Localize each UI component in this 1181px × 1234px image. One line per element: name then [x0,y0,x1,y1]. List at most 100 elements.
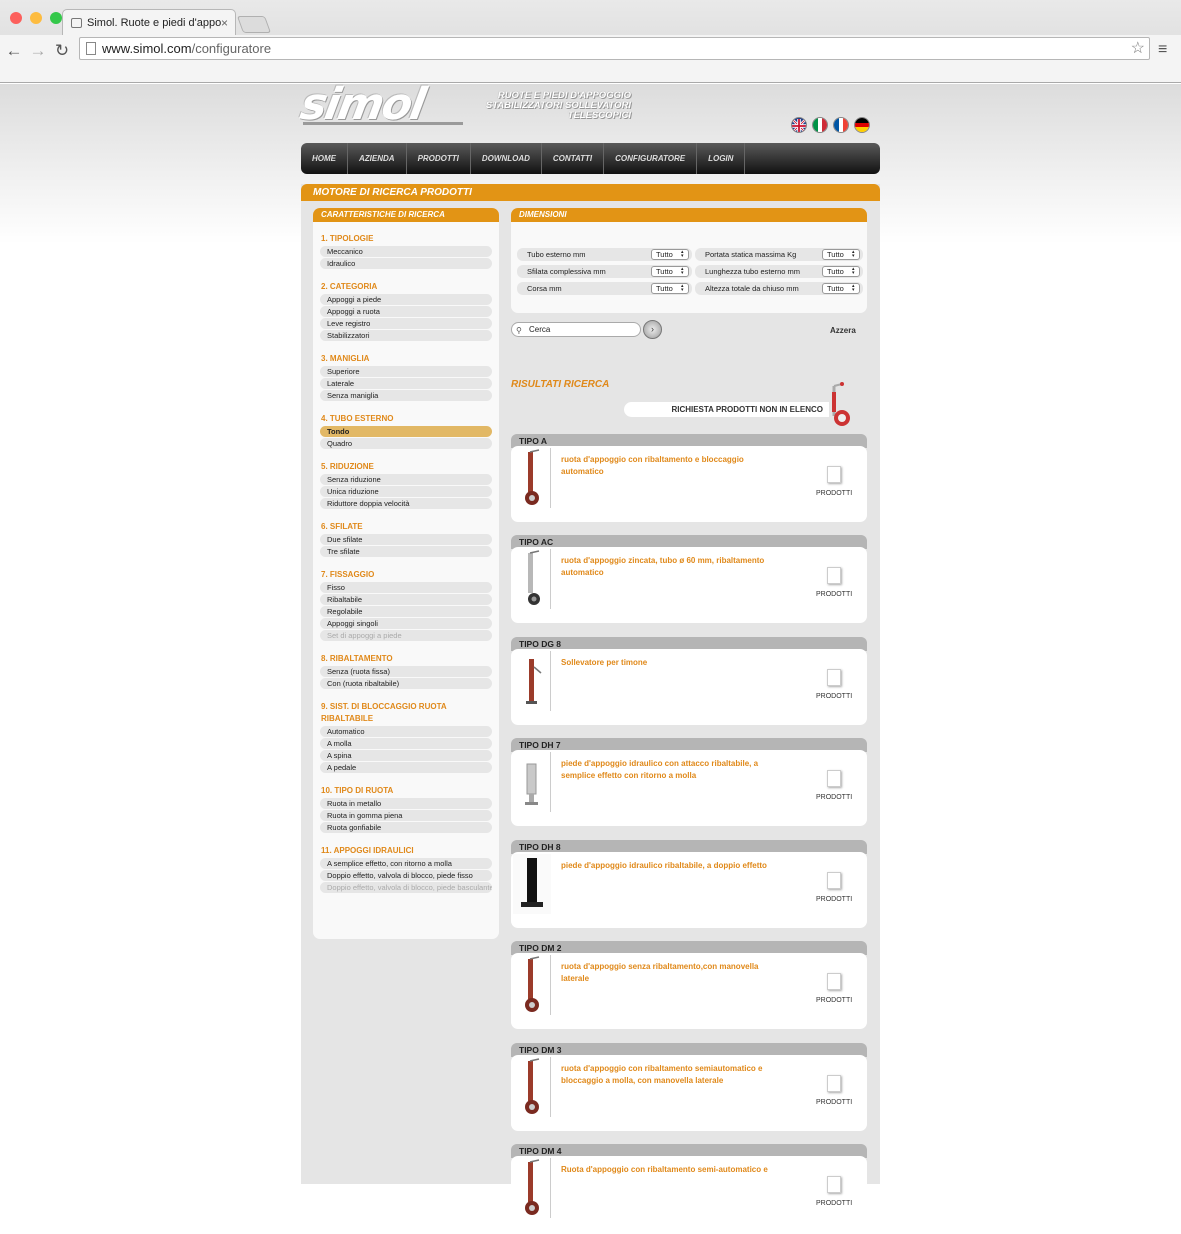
back-arrow-icon[interactable]: ← [4,41,24,61]
products-link[interactable]: PRODOTTI [816,997,852,1004]
filter-option[interactable]: Appoggi a ruota [320,306,492,317]
nav-home[interactable]: HOME [301,143,348,174]
filter-option[interactable]: Idraulico [320,258,492,269]
filter-option[interactable]: Tre sfilate [320,546,492,557]
filter-option[interactable]: Superiore [320,366,492,377]
filter-option[interactable]: Senza maniglia [320,390,492,401]
product-image[interactable] [513,651,551,711]
zoom-window-button[interactable] [50,12,62,24]
filter-option[interactable]: A spina [320,750,492,761]
filter-option[interactable]: Appoggi singoli [320,618,492,629]
products-link[interactable]: PRODOTTI [816,490,852,497]
filter-option[interactable]: Senza (ruota fissa) [320,666,492,677]
products-link[interactable]: PRODOTTI [816,693,852,700]
search-input[interactable]: ⚲ Cerca [511,322,641,337]
filter-option[interactable]: Ribaltabile [320,594,492,605]
product-image[interactable] [513,854,551,914]
result-card[interactable]: TIPO DG 8 Sollevatore per timone PRODOTTI [511,637,867,727]
result-card[interactable]: TIPO DM 4 Ruota d'appoggio con ribaltamen… [511,1144,867,1234]
reset-button[interactable]: Azzera [830,326,856,335]
filter-option[interactable]: Automatico [320,726,492,737]
document-icon[interactable] [827,770,841,787]
filter-option[interactable]: Riduttore doppia velocità [320,498,492,509]
result-card[interactable]: TIPO DH 8 piede d'appoggio idraulico riba… [511,840,867,930]
close-tab-icon[interactable]: × [221,10,228,36]
nav-contatti[interactable]: CONTATTI [542,143,605,174]
document-icon[interactable] [827,1176,841,1193]
products-link[interactable]: PRODOTTI [816,794,852,801]
filter-option[interactable]: A semplice effetto, con ritorno a molla [320,858,492,869]
site-logo[interactable]: simol [297,79,474,130]
result-card[interactable]: TIPO DM 2 ruota d'appoggio senza ribaltam… [511,941,867,1031]
browser-tab[interactable]: Simol. Ruote e piedi d'appo × [62,9,236,36]
filter-option[interactable]: Ruota in gomma piena [320,810,492,821]
forward-arrow-icon[interactable]: → [28,41,48,61]
dimension-select[interactable]: Tutto [822,283,860,294]
products-link[interactable]: PRODOTTI [816,591,852,598]
dimension-select[interactable]: Tutto [651,249,689,260]
flag-en-icon[interactable] [791,117,807,133]
result-description[interactable]: ruota d'appoggio con ribaltamento semiau… [561,1063,776,1087]
filter-option[interactable]: Due sfilate [320,534,492,545]
close-window-button[interactable] [10,12,22,24]
document-icon[interactable] [827,1075,841,1092]
product-image[interactable] [513,955,551,1015]
products-link[interactable]: PRODOTTI [816,1099,852,1106]
document-icon[interactable] [827,872,841,889]
product-image[interactable] [513,1158,551,1218]
result-description[interactable]: Sollevatore per timone [561,657,776,669]
nav-prodotti[interactable]: PRODOTTI [407,143,471,174]
filter-option[interactable]: Con (ruota ribaltabile) [320,678,492,689]
filter-option[interactable]: Doppio effetto, valvola di blocco, piede… [320,870,492,881]
document-icon[interactable] [827,466,841,483]
result-card[interactable]: TIPO Aruota d'appoggio con ribaltamento … [511,434,867,524]
dimension-select[interactable]: Tutto [651,283,689,294]
wheel-jack-icon[interactable] [824,382,856,430]
result-description[interactable]: piede d'appoggio idraulico con attacco r… [561,758,776,782]
filter-option[interactable]: Ruota gonfiabile [320,822,492,833]
document-icon[interactable] [827,669,841,686]
address-bar[interactable]: www.simol.com/configuratore ☆ [79,37,1150,60]
filter-option[interactable]: Stabilizzatori [320,330,492,341]
products-link[interactable]: PRODOTTI [816,1200,852,1207]
flag-fr-icon[interactable] [833,117,849,133]
nav-download[interactable]: DOWNLOAD [471,143,542,174]
product-image[interactable] [513,1057,551,1117]
filter-option[interactable]: Fisso [320,582,492,593]
result-card[interactable]: TIPO AC ruota d'appoggio zincata, tubo ø … [511,535,867,625]
nav-azienda[interactable]: AZIENDA [348,143,407,174]
flag-it-icon[interactable] [812,117,828,133]
product-image[interactable] [513,752,551,812]
filter-option[interactable]: Leve registro [320,318,492,329]
flag-de-icon[interactable] [854,117,870,133]
filter-option[interactable]: Meccanico [320,246,492,257]
minimize-window-button[interactable] [30,12,42,24]
filter-option[interactable]: A pedale [320,762,492,773]
filter-option[interactable]: A molla [320,738,492,749]
bookmark-star-icon[interactable]: ☆ [1131,38,1145,59]
result-description[interactable]: piede d'appoggio idraulico ribaltabile, … [561,860,776,872]
nav-login[interactable]: LOGIN [697,143,746,174]
product-image[interactable] [513,549,551,609]
document-icon[interactable] [827,973,841,990]
product-image[interactable] [513,448,551,508]
document-icon[interactable] [827,567,841,584]
browser-menu-icon[interactable]: ≡ [1158,41,1167,59]
result-card[interactable]: TIPO DM 3 ruota d'appoggio con ribaltamen… [511,1043,867,1133]
result-description[interactable]: Ruota d'appoggio con ribaltamento semi-a… [561,1164,776,1176]
filter-option[interactable]: Appoggi a piede [320,294,492,305]
nav-configuratore[interactable]: CONFIGURATORE [604,143,698,174]
search-go-button[interactable]: › [643,320,662,339]
result-description[interactable]: ruota d'appoggio con ribaltamento e bloc… [561,454,776,478]
result-description[interactable]: ruota d'appoggio zincata, tubo ø 60 mm, … [561,555,776,579]
dimension-select[interactable]: Tutto [822,266,860,277]
result-card[interactable]: TIPO DH 7 piede d'appoggio idraulico con … [511,738,867,828]
filter-option[interactable]: Tondo [320,426,492,437]
filter-option[interactable]: Unica riduzione [320,486,492,497]
filter-option[interactable]: Ruota in metallo [320,798,492,809]
new-tab-button[interactable] [236,16,272,33]
dimension-select[interactable]: Tutto [651,266,689,277]
result-description[interactable]: ruota d'appoggio senza ribaltamento,con … [561,961,776,985]
filter-option[interactable]: Quadro [320,438,492,449]
dimension-select[interactable]: Tutto [822,249,860,260]
